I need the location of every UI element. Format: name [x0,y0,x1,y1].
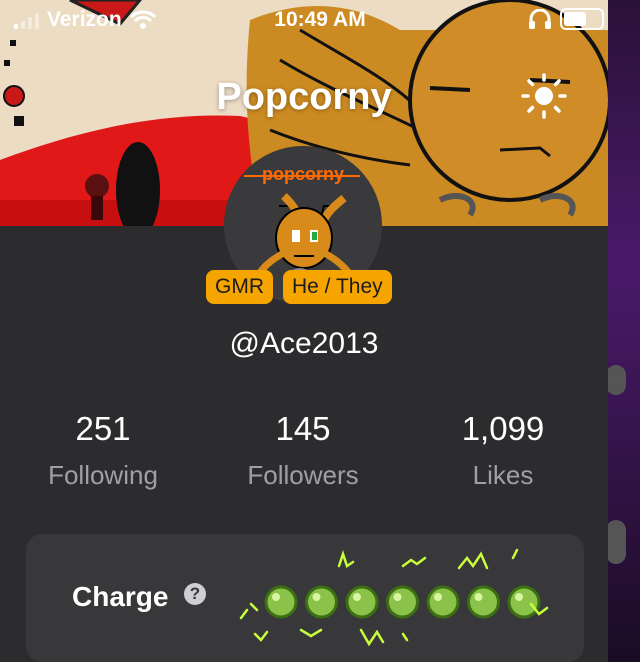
user-handle: @Ace2013 [229,327,379,360]
profile-screen: Verizon 10:49 AM Popcorny popcorny GMR H… [0,0,608,662]
charge-orb-highlight [474,593,483,601]
charge-orb [507,585,541,619]
charge-orb-highlight [515,593,523,601]
stat-label: Followers [247,460,359,490]
question-circle-icon[interactable]: ? [184,583,206,605]
scroll-knob-top [606,365,626,395]
scroll-knob-bottom [606,520,626,564]
page-title: Popcorny [216,76,392,118]
charge-orb-highlight [312,593,321,601]
avatar-text: popcorny [262,164,344,184]
charge-orb [467,585,500,619]
charge-orb-highlight [272,593,280,601]
stat-value: 145 [275,410,331,447]
headphones-icon [529,9,551,29]
charge-orb [305,585,338,619]
status-time: 10:49 AM [274,8,366,31]
sun-icon[interactable] [520,72,568,120]
battery-icon [560,8,604,30]
charge-label: Charge [72,581,169,612]
charge-card[interactable]: Charge ? [26,534,584,662]
status-bar: Verizon 10:49 AM [0,0,608,40]
charge-orb-highlight [434,593,442,601]
charge-orb [386,585,419,619]
status-right-icons [528,8,604,30]
stat-label: Likes [472,460,534,490]
profile-stats: 251 Following 145 Followers 1,099 Likes [0,410,608,491]
charge-orb-highlight [393,593,402,601]
stat-value: 251 [75,410,131,447]
stat-following[interactable]: 251 Following [3,410,203,491]
charge-orbs [239,548,549,647]
adjacent-screen-edge [606,0,640,662]
badge-pronouns: He / They [283,270,392,304]
charge-orb [264,585,298,619]
badge-gmr: GMR [206,270,273,304]
stat-likes[interactable]: 1,099 Likes [403,410,603,491]
profile-badges: GMR He / They [206,270,392,304]
stat-followers[interactable]: 145 Followers [203,410,403,491]
charge-orb [426,585,460,619]
charge-orb-highlight [353,593,361,601]
charge-orb [345,585,379,619]
stat-label: Following [48,460,158,490]
stat-value: 1,099 [461,410,545,447]
